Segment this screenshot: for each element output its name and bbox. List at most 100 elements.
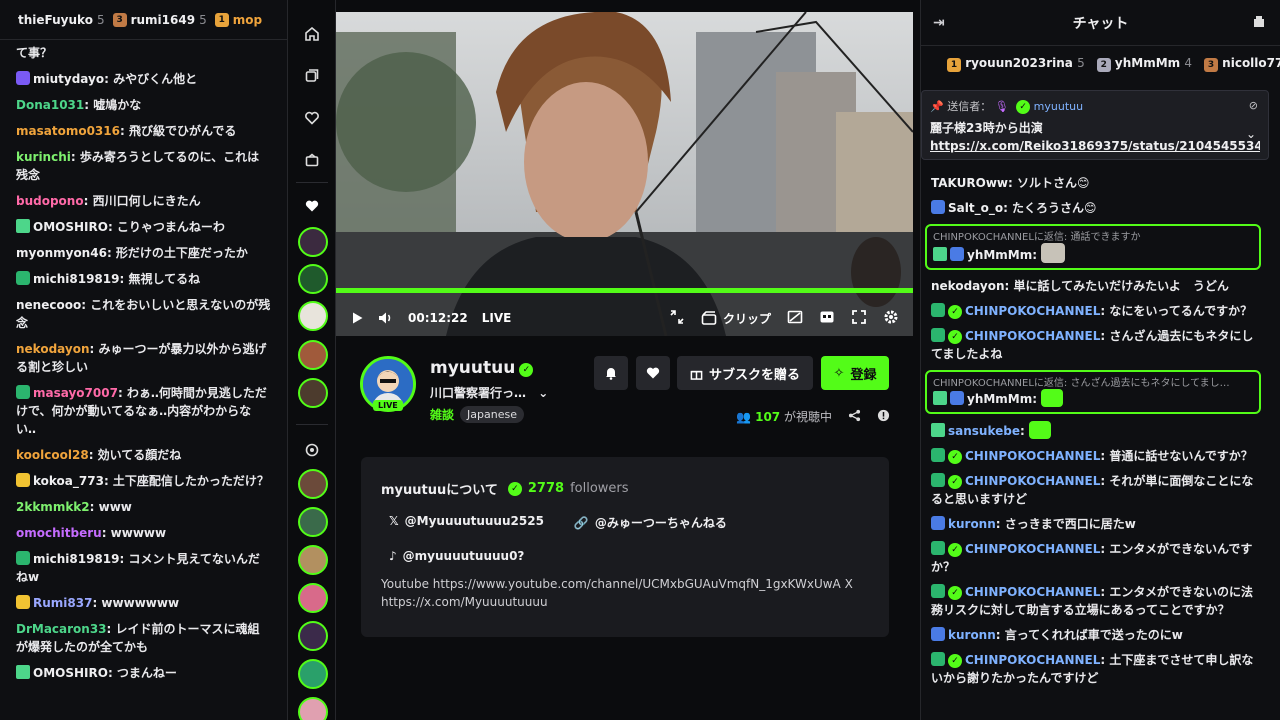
recommended-icon	[300, 438, 324, 462]
chat-username[interactable]: 2kkmmkk2	[16, 500, 90, 514]
expand-pin-icon[interactable]: ⌄	[1246, 127, 1256, 141]
browse-icon[interactable]	[300, 64, 324, 88]
chat-username[interactable]: budopono	[16, 194, 84, 208]
recommended-channel-avatar[interactable]	[298, 621, 328, 651]
recommended-channel-avatar[interactable]	[298, 659, 328, 689]
supporter-3[interactable]: 3 nicollo77	[1203, 56, 1280, 72]
followed-channel-avatar[interactable]	[298, 378, 328, 408]
rank-icon: 1	[947, 58, 961, 72]
chat-text: : 嘘鳩かな	[84, 98, 142, 112]
followed-channel-avatar[interactable]	[298, 264, 328, 294]
chat-username[interactable]: kuronn	[948, 517, 996, 531]
chat-message: nenecooo: これをおいしいと思えないのが残念	[16, 296, 271, 332]
subscriber-badge-icon	[931, 584, 945, 598]
chat-username[interactable]: masayo7007	[33, 386, 118, 400]
chat-username[interactable]: DrMacaron33	[16, 622, 107, 636]
x-link[interactable]: 𝕏 @Myuuuutuuuu2525	[389, 514, 544, 531]
pinned-message[interactable]: 📌 送信者： 🎙 ✓ myuutuu ⊘ 麗子様23時から出演 https://…	[921, 90, 1269, 160]
chat-username[interactable]: CHINPOKOCHANNEL	[965, 585, 1100, 599]
fullscreen-icon[interactable]	[851, 309, 867, 328]
report-icon[interactable]	[877, 409, 890, 425]
chat-username[interactable]: Dona1031	[16, 98, 84, 112]
hide-pin-icon[interactable]: ⊘	[1249, 99, 1258, 112]
follow-button[interactable]	[636, 356, 670, 390]
home-icon[interactable]	[300, 22, 324, 46]
chevron-down-icon[interactable]: ⌄	[538, 386, 548, 400]
chat-username[interactable]: miutydayo	[33, 72, 104, 86]
chat-username[interactable]: nenecooo	[16, 298, 81, 312]
chat-overlay-icon[interactable]	[819, 309, 835, 328]
chat-username[interactable]: CHINPOKOCHANNEL	[965, 449, 1100, 463]
social-links-row-2: ♪ @myuuuutuuuu0?	[381, 549, 869, 563]
chat-username[interactable]: kokoa_773	[33, 474, 104, 488]
chat-username[interactable]: yhMmMm	[967, 248, 1032, 262]
followed-channel-avatar[interactable]	[298, 227, 328, 257]
theater-mode-icon[interactable]	[669, 309, 685, 328]
play-icon[interactable]	[350, 311, 364, 325]
supporter-1[interactable]: thieFuyuko 5	[18, 13, 105, 27]
followed-channel-avatar[interactable]	[298, 340, 328, 370]
settings-gear-icon[interactable]	[883, 309, 899, 328]
supporter-1[interactable]: 1 ryouun2023rina 5	[947, 56, 1085, 72]
recommended-channel-avatar[interactable]	[298, 583, 328, 613]
notifications-button[interactable]	[594, 356, 628, 390]
clip-button[interactable]: クリップ	[701, 310, 771, 327]
supporter-3[interactable]: 1 mop	[214, 12, 262, 27]
chat-username[interactable]: kuronn	[948, 628, 996, 642]
chat-username[interactable]: masatomo0316	[16, 124, 120, 138]
recommended-channel-avatar[interactable]	[298, 469, 328, 499]
gift-sub-button[interactable]: サブスクを贈る	[677, 356, 813, 390]
share-icon[interactable]	[848, 409, 861, 425]
collapse-chat-icon[interactable]: ⇥	[933, 15, 945, 31]
chat-username[interactable]: yhMmMm	[967, 392, 1032, 406]
chat-username[interactable]: OMOSHIRO	[33, 666, 108, 680]
chat-username[interactable]: CHINPOKOCHANNEL	[965, 542, 1100, 556]
supporter-2[interactable]: 3 rumi1649 5	[112, 12, 207, 27]
verified-icon: ✓	[948, 305, 962, 319]
subscriber-badge-icon	[931, 541, 945, 555]
chat-username[interactable]: CHINPOKOCHANNEL	[965, 653, 1100, 667]
tiktok-link[interactable]: ♪ @myuuuutuuuu0?	[389, 549, 524, 563]
recommended-channel-avatar[interactable]	[298, 697, 328, 720]
followed-channel-avatar[interactable]	[298, 301, 328, 331]
chat-username[interactable]: michi819819	[33, 272, 119, 286]
subscribe-button[interactable]: ✧ 登録	[821, 356, 889, 390]
language-tag[interactable]: Japanese	[460, 406, 524, 423]
channel-name[interactable]: myuutuu ✓	[430, 358, 534, 378]
pinned-link[interactable]: https://x.com/Reiko31869375/status/21045…	[930, 139, 1260, 153]
video-player[interactable]: 00:12:22 LIVE クリップ	[336, 12, 913, 336]
live-label[interactable]: LIVE	[482, 311, 512, 325]
chat-username[interactable]: CHINPOKOCHANNEL	[965, 474, 1100, 488]
picture-in-picture-icon[interactable]	[787, 309, 803, 328]
stream-title[interactable]: 川口警察署行っ… ⌄	[430, 384, 548, 401]
chat-text: :	[1032, 248, 1038, 262]
chat-username[interactable]: TAKUROww	[931, 176, 1008, 190]
chat-username[interactable]: nekodayon	[16, 342, 90, 356]
chat-username[interactable]: CHINPOKOCHANNEL	[965, 304, 1100, 318]
category-link[interactable]: 雑談	[430, 406, 454, 423]
chat-username[interactable]: kurinchi	[16, 150, 71, 164]
progress-bar[interactable]	[336, 288, 913, 293]
chat-username[interactable]: nekodayon	[931, 279, 1005, 293]
chat-username[interactable]: Rumi837	[33, 596, 92, 610]
heart-icon	[300, 194, 324, 218]
categories-icon[interactable]	[300, 148, 324, 172]
following-icon[interactable]	[300, 106, 324, 130]
recommended-channel-avatar[interactable]	[298, 507, 328, 537]
chat-message: omochitberu: wwwww	[16, 524, 271, 542]
chat-username[interactable]: CHINPOKOCHANNEL	[965, 329, 1100, 343]
chat-username[interactable]: sansukebe	[948, 424, 1020, 438]
supporter-2[interactable]: 2 yhMmMm 4	[1096, 56, 1192, 72]
chat-message: nekodayon: 単に話してみたいだけみたいよ うどん	[931, 277, 1261, 295]
chat-username[interactable]: michi819819	[33, 552, 119, 566]
chat-users-icon[interactable]	[1252, 14, 1266, 32]
chat-username[interactable]: omochitberu	[16, 526, 102, 540]
chat-username[interactable]: myonmyon46	[16, 246, 107, 260]
volume-icon[interactable]	[378, 311, 394, 325]
recommended-channel-avatar[interactable]	[298, 545, 328, 575]
viewer-count-label: が視聴中	[783, 410, 832, 424]
channel-link[interactable]: 🔗 @みゅーつーちゃんねる	[574, 514, 727, 531]
chat-username[interactable]: koolcool28	[16, 448, 89, 462]
chat-username[interactable]: OMOSHIRO	[33, 220, 108, 234]
chat-username[interactable]: Salt_o_o	[948, 201, 1003, 215]
